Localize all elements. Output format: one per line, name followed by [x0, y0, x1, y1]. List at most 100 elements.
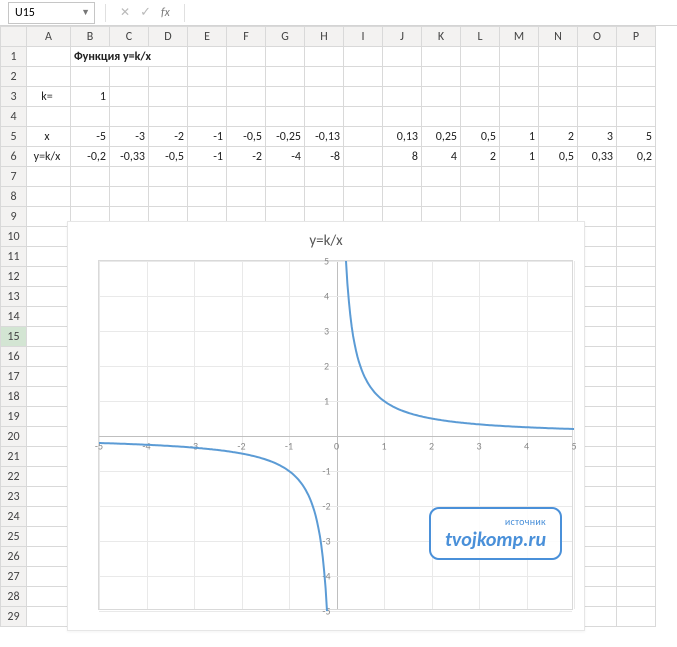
cell-O8[interactable]	[578, 187, 617, 207]
cell-J7[interactable]	[383, 167, 422, 187]
row-header-25[interactable]: 25	[1, 527, 27, 547]
column-header-M[interactable]: M	[500, 27, 539, 47]
cell-M2[interactable]	[500, 67, 539, 87]
cell-P20[interactable]	[617, 427, 656, 447]
column-header-O[interactable]: O	[578, 27, 617, 47]
cell-N4[interactable]	[539, 107, 578, 127]
cell-P1[interactable]	[617, 47, 656, 67]
cell-A14[interactable]	[27, 307, 71, 327]
cell-I5[interactable]	[344, 127, 383, 147]
cell-P5[interactable]: 5	[617, 127, 656, 147]
cell-A6[interactable]: y=k/x	[27, 147, 71, 167]
cell-M8[interactable]	[500, 187, 539, 207]
cell-I6[interactable]	[344, 147, 383, 167]
cell-L1[interactable]	[461, 47, 500, 67]
cell-J3[interactable]	[383, 87, 422, 107]
cell-G3[interactable]	[266, 87, 305, 107]
cell-C3[interactable]	[110, 87, 149, 107]
cell-P28[interactable]	[617, 587, 656, 607]
row-header-9[interactable]: 9	[1, 207, 27, 227]
cell-A10[interactable]	[27, 227, 71, 247]
cell-E6[interactable]: -1	[188, 147, 227, 167]
cell-J8[interactable]	[383, 187, 422, 207]
cell-N5[interactable]: 2	[539, 127, 578, 147]
cell-O7[interactable]	[578, 167, 617, 187]
worksheet-grid[interactable]: ABCDEFGHIJKLMNOP1Функция y=k/x23k=145x-5…	[0, 26, 677, 647]
cell-P22[interactable]	[617, 467, 656, 487]
cell-G4[interactable]	[266, 107, 305, 127]
cell-B7[interactable]	[71, 167, 110, 187]
cell-A8[interactable]	[27, 187, 71, 207]
cell-A15[interactable]	[27, 327, 71, 347]
cell-A13[interactable]	[27, 287, 71, 307]
cell-I3[interactable]	[344, 87, 383, 107]
cell-K7[interactable]	[422, 167, 461, 187]
cell-M1[interactable]	[500, 47, 539, 67]
row-header-13[interactable]: 13	[1, 287, 27, 307]
row-header-22[interactable]: 22	[1, 467, 27, 487]
cell-L3[interactable]	[461, 87, 500, 107]
cell-D3[interactable]	[149, 87, 188, 107]
cell-A3[interactable]: k=	[27, 87, 71, 107]
cell-L4[interactable]	[461, 107, 500, 127]
column-header-G[interactable]: G	[266, 27, 305, 47]
cell-E5[interactable]: -1	[188, 127, 227, 147]
select-all-corner[interactable]	[1, 27, 27, 47]
cell-A5[interactable]: x	[27, 127, 71, 147]
cell-D7[interactable]	[149, 167, 188, 187]
cell-A16[interactable]	[27, 347, 71, 367]
cell-P19[interactable]	[617, 407, 656, 427]
cell-P14[interactable]	[617, 307, 656, 327]
fx-icon[interactable]: fx	[161, 6, 170, 20]
cell-I4[interactable]	[344, 107, 383, 127]
row-header-4[interactable]: 4	[1, 107, 27, 127]
cell-F6[interactable]: -2	[227, 147, 266, 167]
cell-K6[interactable]: 4	[422, 147, 461, 167]
cell-A7[interactable]	[27, 167, 71, 187]
cell-B2[interactable]	[71, 67, 110, 87]
cell-G1[interactable]	[266, 47, 305, 67]
row-header-2[interactable]: 2	[1, 67, 27, 87]
cell-N1[interactable]	[539, 47, 578, 67]
cell-C8[interactable]	[110, 187, 149, 207]
cell-P29[interactable]	[617, 607, 656, 627]
cell-D4[interactable]	[149, 107, 188, 127]
cell-P17[interactable]	[617, 367, 656, 387]
cell-A20[interactable]	[27, 427, 71, 447]
row-header-11[interactable]: 11	[1, 247, 27, 267]
cell-P6[interactable]: 0,2	[617, 147, 656, 167]
cell-G8[interactable]	[266, 187, 305, 207]
cell-A11[interactable]	[27, 247, 71, 267]
column-header-K[interactable]: K	[422, 27, 461, 47]
cell-C7[interactable]	[110, 167, 149, 187]
cell-G6[interactable]: -4	[266, 147, 305, 167]
cell-M7[interactable]	[500, 167, 539, 187]
cell-P18[interactable]	[617, 387, 656, 407]
cell-K3[interactable]	[422, 87, 461, 107]
cell-P2[interactable]	[617, 67, 656, 87]
cell-N7[interactable]	[539, 167, 578, 187]
cell-F1[interactable]	[227, 47, 266, 67]
row-header-10[interactable]: 10	[1, 227, 27, 247]
column-header-C[interactable]: C	[110, 27, 149, 47]
row-header-21[interactable]: 21	[1, 447, 27, 467]
row-header-24[interactable]: 24	[1, 507, 27, 527]
cell-A2[interactable]	[27, 67, 71, 87]
row-header-28[interactable]: 28	[1, 587, 27, 607]
cell-P27[interactable]	[617, 567, 656, 587]
cell-O3[interactable]	[578, 87, 617, 107]
cell-B3[interactable]: 1	[71, 87, 110, 107]
cell-P7[interactable]	[617, 167, 656, 187]
row-header-5[interactable]: 5	[1, 127, 27, 147]
cell-H3[interactable]	[305, 87, 344, 107]
cell-E2[interactable]	[188, 67, 227, 87]
cell-O1[interactable]	[578, 47, 617, 67]
cell-N8[interactable]	[539, 187, 578, 207]
cell-J6[interactable]: 8	[383, 147, 422, 167]
row-header-20[interactable]: 20	[1, 427, 27, 447]
row-header-18[interactable]: 18	[1, 387, 27, 407]
row-header-15[interactable]: 15	[1, 327, 27, 347]
cell-E8[interactable]	[188, 187, 227, 207]
cell-L2[interactable]	[461, 67, 500, 87]
cell-I8[interactable]	[344, 187, 383, 207]
